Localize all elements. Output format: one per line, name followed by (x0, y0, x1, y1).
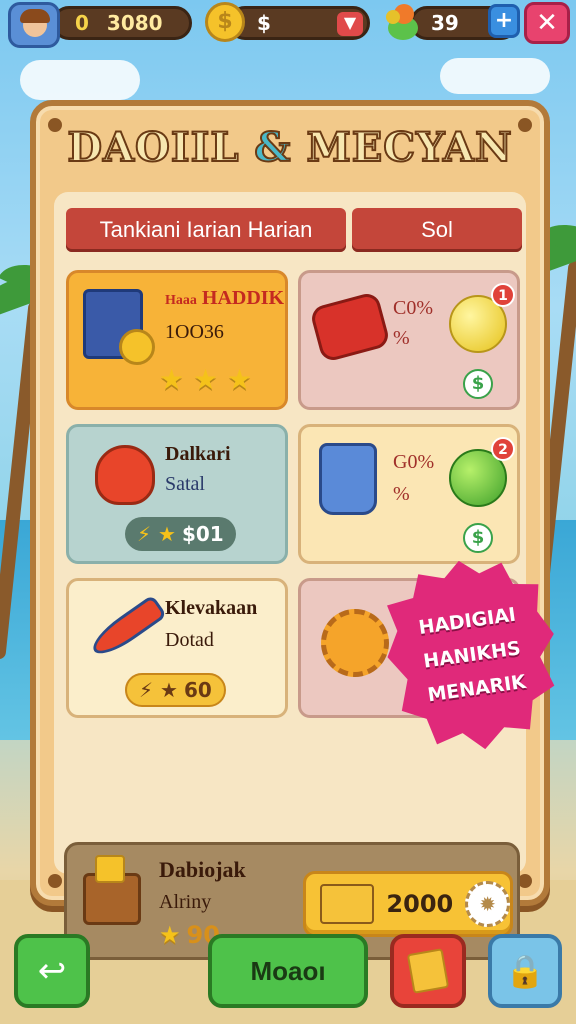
item-name: Dalkari (165, 443, 231, 465)
item-name-main: HADDIK (201, 287, 285, 309)
top-bar: 0 3080 $ ▼ $ 39 + ✕ (0, 0, 576, 48)
buy-button[interactable]: 2000 ✹ (303, 871, 513, 937)
rivet-icon (48, 874, 62, 888)
back-button[interactable]: ↩ (14, 934, 90, 1008)
cannon-icon (308, 290, 392, 364)
price-value: 60 (183, 678, 212, 702)
title-left: DAOIIL (66, 123, 240, 172)
coin-amount: 3080 (106, 11, 163, 35)
percent-sign: % (393, 327, 410, 349)
discount-percent: G0% (393, 451, 435, 473)
chest-subtitle: Alriny (159, 891, 212, 913)
coin-counter-prefix: 0 (75, 11, 89, 35)
item-name-prefix: Haaa (165, 293, 197, 308)
chest-name: Dabiojak (159, 857, 246, 882)
back-arrow-icon: ↩ (37, 951, 67, 991)
panel-title: DAOIIL & MECYAN (36, 123, 544, 172)
cloud (20, 60, 140, 100)
settings-cog-icon: ✹ (465, 881, 510, 927)
count-badge: 2 (491, 437, 515, 461)
star-rating: ★ ★ ★ (159, 363, 253, 396)
main-action-button[interactable]: Moaoı (208, 934, 368, 1008)
player-avatar[interactable] (8, 2, 60, 48)
gold-coin-icon (119, 329, 155, 365)
gold-bars-icon (95, 855, 125, 883)
gear-wheel-icon (321, 609, 389, 677)
discount-percent: C0% (393, 297, 433, 319)
percent-sign: % (393, 483, 410, 505)
price-value: $01 (181, 522, 224, 546)
dollar-icon[interactable]: $ (463, 369, 493, 399)
shield-icon (95, 445, 155, 505)
item-subtitle: Satal (165, 473, 205, 495)
gem-amount: 39 (431, 11, 459, 35)
item-name: Klevakaan (165, 597, 258, 619)
close-button[interactable]: ✕ (524, 2, 570, 44)
cash-label: $ (257, 11, 271, 35)
item-value: 1OO36 (165, 321, 224, 343)
shop-item-card[interactable]: G0% % 2 $ (298, 424, 520, 564)
shop-item-card[interactable]: C0% % 1 $ (298, 270, 520, 410)
rivet-icon (518, 874, 532, 888)
panel-content: Tankiani Iarian Harian Sol Haaa HADDIK 1… (54, 192, 526, 960)
item-subtitle: Dotad (165, 629, 214, 651)
shop-item-card[interactable]: Dalkari Satal ⚡ ★ $01 (66, 424, 288, 564)
add-gems-button[interactable]: + (488, 4, 520, 38)
coin-counter: 0 3080 (52, 6, 192, 40)
paint-bucket-icon (319, 443, 377, 515)
dollar-icon[interactable]: $ (463, 523, 493, 553)
title-amp: & (253, 123, 292, 172)
lock-icon: 🔒 (505, 952, 545, 990)
lightning-star-icon: ⚡ ★ (139, 678, 178, 702)
tab-bar: Tankiani Iarian Harian Sol (66, 208, 526, 252)
tab-daily[interactable]: Tankiani Iarian Harian (66, 208, 346, 252)
shop-panel: DAOIIL & MECYAN Tankiani Iarian Harian S… (30, 100, 550, 960)
count-badge: 1 (491, 283, 515, 307)
cards-button[interactable] (390, 934, 466, 1008)
item-name: Haaa HADDIK (165, 287, 284, 310)
cloud (440, 58, 550, 94)
gem-icon (384, 2, 424, 42)
card-icon (406, 948, 450, 994)
lock-button[interactable]: 🔒 (488, 934, 562, 1008)
title-right: MECYAN (305, 123, 513, 172)
cash-counter: $ ▼ (228, 6, 370, 40)
coin-icon: $ (205, 2, 245, 42)
rocket-icon (86, 594, 168, 662)
price-tag[interactable]: ⚡ ★ $01 (125, 517, 236, 551)
lightning-star-icon: ⚡ ★ (137, 522, 176, 546)
avatar-hair-icon (20, 9, 50, 23)
price-tag[interactable]: ⚡ ★ 60 (125, 673, 226, 707)
gold-stack-icon (320, 884, 375, 924)
star-icon: ★ (159, 921, 181, 949)
add-cash-button[interactable]: ▼ (337, 12, 363, 36)
tab-sol[interactable]: Sol (352, 208, 522, 252)
buy-cost: 2000 (386, 890, 454, 918)
shop-item-card[interactable]: Haaa HADDIK 1OO36 ★ ★ ★ (66, 270, 288, 410)
shop-item-card[interactable]: Klevakaan Dotad ⚡ ★ 60 (66, 578, 288, 718)
